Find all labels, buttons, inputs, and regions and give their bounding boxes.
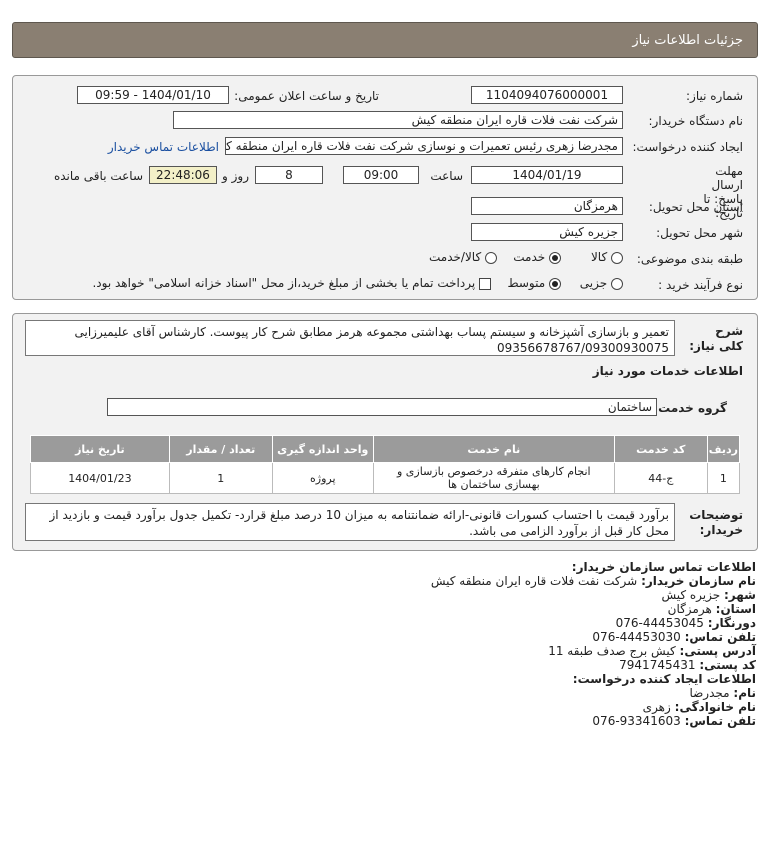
buyer-notes-box: برآورد قیمت با احتساب کسورات قانونی-ارائ… xyxy=(25,503,675,541)
deadline-date-field[interactable]: 1404/01/19 xyxy=(471,166,623,184)
table-row: 1 ج-44 انجام کارهای متفرقه درخصوص بازساز… xyxy=(30,462,741,494)
city-field[interactable]: جزیره کیش xyxy=(471,223,623,241)
category-option-goods-service[interactable]: کالا/خدمت xyxy=(429,250,497,264)
category-option-goods[interactable]: کالا xyxy=(591,250,623,264)
city-label: شهر محل تحویل: xyxy=(656,226,743,240)
general-desc-label: شرح کلی نیاز: xyxy=(689,324,743,353)
col-date-header: تاریخ نیاز xyxy=(30,435,170,463)
contact-fax-row: دورنگار: 076-44453045 xyxy=(615,616,756,630)
contact-phone-row: تلفن تماس: 076-44453030 xyxy=(592,630,756,644)
contact-org-row: نام سازمان خریدار: شرکت نفت فلات قاره ای… xyxy=(430,574,756,588)
buyer-notes-label: توضیحات خریدار: xyxy=(689,508,743,537)
cell-date: 1404/01/23 xyxy=(30,462,170,494)
contact-city-row: شهر: جزیره کیش xyxy=(661,588,756,602)
contact-province-row: استان: هرمزگان xyxy=(667,602,756,616)
process-option-medium[interactable]: متوسط xyxy=(507,276,561,290)
buyer-contact-link[interactable]: اطلاعات تماس خریدار xyxy=(108,140,219,154)
days-and-label: روز و xyxy=(222,169,249,183)
announce-datetime-label: تاریخ و ساعت اعلان عمومی: xyxy=(234,89,379,103)
contact-postal-row: کد پستی: 7941745431 xyxy=(619,658,756,672)
deadline-time-field[interactable]: 09:00 xyxy=(343,166,419,184)
service-group-field[interactable]: ساختمان xyxy=(107,398,657,416)
days-left-field[interactable]: 8 xyxy=(255,166,323,184)
cell-name: انجام کارهای متفرقه درخصوص بازسازی و بهس… xyxy=(372,462,615,494)
contact-address-row: آدرس پستی: کیش برج صدف طبقه 11 xyxy=(548,644,756,658)
services-table: ردیف کد خدمت نام خدمت واحد اندازه گیری ت… xyxy=(30,435,741,494)
col-unit-header: واحد اندازه گیری xyxy=(271,435,374,463)
general-desc-box: تعمیر و بازسازی آشپزخانه و سیستم پساب به… xyxy=(25,320,675,356)
buyer-org-field[interactable]: شرکت نفت فلات قاره ایران منطقه کیش xyxy=(173,111,623,129)
col-code-header: کد خدمت xyxy=(613,435,708,463)
cell-qty: 1 xyxy=(168,462,273,494)
time-left-field: 22:48:06 xyxy=(149,166,217,184)
cell-unit: پروژه xyxy=(271,462,374,494)
request-creator-field[interactable]: مجدرضا زهری رئیس تعمیرات و نوسازی شرکت ن… xyxy=(225,137,623,155)
province-label: استان محل تحویل: xyxy=(648,200,743,214)
page-title-bar: جزئیات اطلاعات نیاز xyxy=(12,22,758,58)
radio-icon xyxy=(485,251,497,264)
category-label: طبقه بندی موضوعی: xyxy=(636,252,743,266)
services-header: اطلاعات خدمات مورد نیاز xyxy=(592,364,743,378)
need-info-panel: شماره نیاز: 1104094076000001 تاریخ و ساع… xyxy=(12,75,758,300)
need-number-label: شماره نیاز: xyxy=(686,89,743,103)
page-title: جزئیات اطلاعات نیاز xyxy=(632,32,743,48)
checkbox-icon xyxy=(479,277,491,290)
services-panel: شرح کلی نیاز: تعمیر و بازسازی آشپزخانه و… xyxy=(12,313,758,551)
radio-icon xyxy=(611,251,623,264)
buyer-org-label: نام دستگاه خریدار: xyxy=(648,114,744,128)
process-type-label: نوع فرآیند خرید : xyxy=(658,278,743,292)
announce-datetime-field[interactable]: 1404/01/10 - 09:59 xyxy=(77,86,229,104)
remaining-label: ساعت باقی مانده xyxy=(53,169,143,183)
col-name-header: نام خدمت xyxy=(372,435,615,463)
creator-header: اطلاعات ایجاد کننده درخواست: xyxy=(572,672,756,686)
request-creator-label: ایجاد کننده درخواست: xyxy=(632,140,743,154)
cell-row: 1 xyxy=(706,462,741,494)
radio-selected-icon xyxy=(549,251,561,264)
contact-header: اطلاعات تماس سازمان خریدار: xyxy=(571,560,756,574)
radio-selected-icon xyxy=(549,277,561,290)
radio-icon xyxy=(611,277,623,290)
creator-phone-row: تلفن تماس: 076-93341603 xyxy=(592,714,756,728)
creator-name-row: نام: مجدرضا xyxy=(689,686,756,700)
treasury-option[interactable]: پرداخت تمام یا بخشی از مبلغ خرید،از محل … xyxy=(92,276,491,290)
process-option-minor[interactable]: جزیی xyxy=(580,276,623,290)
col-qty-header: تعداد / مقدار xyxy=(168,435,273,463)
service-group-label: گروه خدمت: xyxy=(653,401,727,415)
need-number-field[interactable]: 1104094076000001 xyxy=(471,86,623,104)
province-field[interactable]: هرمزگان xyxy=(471,197,623,215)
col-row-header: ردیف xyxy=(706,435,741,463)
table-header-row: ردیف کد خدمت نام خدمت واحد اندازه گیری ت… xyxy=(30,435,741,463)
creator-family-row: نام خانوادگی: زهری xyxy=(642,700,756,714)
cell-code: ج-44 xyxy=(613,462,708,494)
deadline-hour-label: ساعت xyxy=(430,169,463,183)
category-option-service[interactable]: خدمت xyxy=(513,250,561,264)
